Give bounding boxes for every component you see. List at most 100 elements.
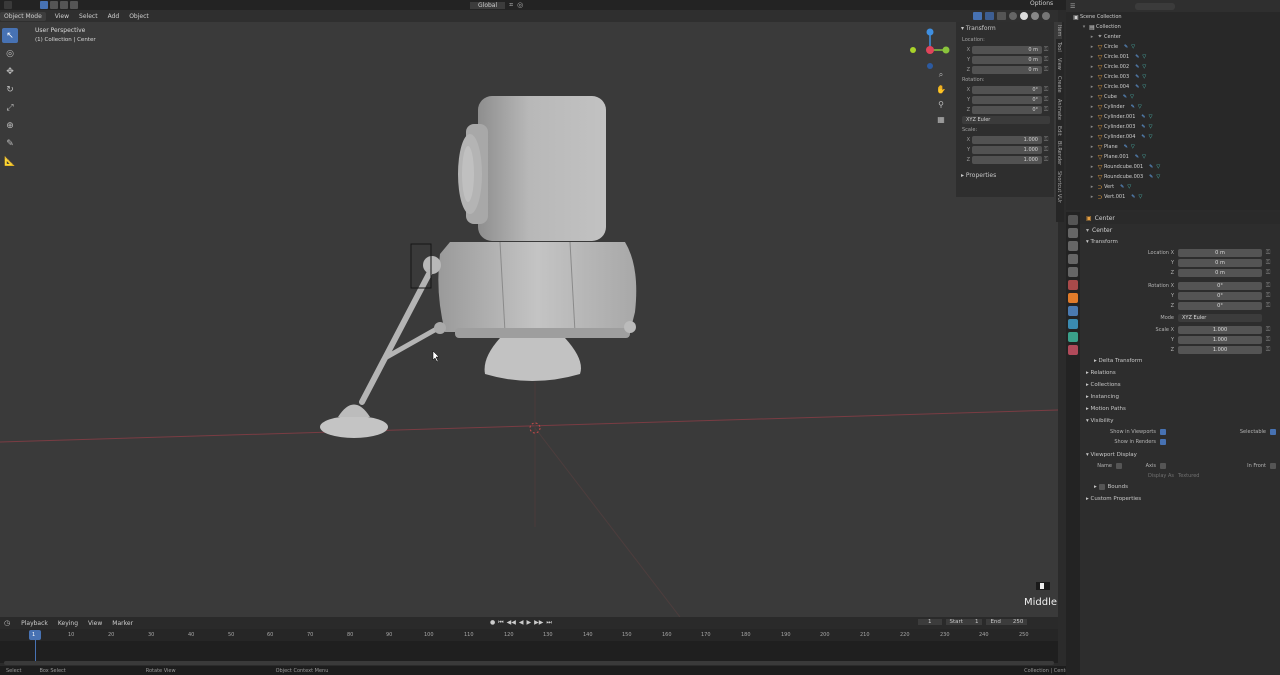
select-box-tool-icon[interactable]: ↖	[2, 28, 18, 43]
expand-icon[interactable]: ▸	[1088, 74, 1096, 80]
object-tab-icon[interactable]	[1068, 293, 1078, 303]
expand-icon[interactable]: ▸	[1088, 54, 1096, 60]
tab-render[interactable]: Bl.Render	[1056, 138, 1062, 168]
modifier-tab-icon[interactable]	[1068, 306, 1078, 316]
mode-select[interactable]: Object Mode	[0, 11, 46, 21]
move-tool-icon[interactable]: ✥	[2, 64, 18, 79]
expand-icon[interactable]: ▸	[1088, 64, 1096, 70]
np-location-z[interactable]: 0 m	[972, 66, 1042, 74]
motion-paths-panel[interactable]: ▸ Motion Paths	[1080, 403, 1280, 415]
blender-logo-icon[interactable]	[4, 1, 12, 9]
select-mode-buttons[interactable]	[40, 1, 90, 9]
outliner-editor-icon[interactable]: ☰	[1070, 3, 1075, 10]
outliner-item[interactable]: ▸ ▽ Cube ✎ ▽	[1066, 92, 1280, 102]
properties-data-name[interactable]: ▾ Center	[1080, 224, 1280, 236]
zoom-icon[interactable]: ⌕	[935, 70, 947, 82]
expand-icon[interactable]: ▸	[1088, 104, 1096, 110]
bounds-panel[interactable]: ▸ Bounds	[1080, 481, 1280, 493]
collection-row[interactable]: ▾ ▤ Collection	[1066, 22, 1280, 32]
outliner-item[interactable]: ▸ ▽ Plane ✎ ▽	[1066, 142, 1280, 152]
prev-key-icon[interactable]: ◀◀	[507, 619, 516, 627]
modifier-icon[interactable]: ✎	[1131, 104, 1135, 110]
snap-icon[interactable]: ⌗	[509, 1, 513, 10]
mesh-data-icon[interactable]: ▽	[1138, 104, 1142, 110]
solid-shading-icon[interactable]	[1020, 12, 1028, 20]
menu-select[interactable]: Select	[74, 13, 103, 20]
mesh-data-icon[interactable]: ▽	[1131, 144, 1135, 150]
start-frame-field[interactable]: Start 1	[945, 619, 983, 625]
menu-add[interactable]: Add	[103, 13, 125, 20]
outliner-item[interactable]: ▸ ▽ Cylinder.001 ✎ ▽	[1066, 112, 1280, 122]
visibility-panel[interactable]: ▾ Visibility	[1080, 415, 1280, 427]
tab-shortcut[interactable]: Shortcut VUr	[1056, 168, 1062, 206]
end-frame-field[interactable]: End 250	[986, 619, 1028, 625]
in-front-checkbox[interactable]	[1270, 463, 1276, 469]
expand-icon[interactable]: ▸	[1088, 144, 1096, 150]
mesh-data-icon[interactable]: ▽	[1156, 174, 1160, 180]
lock-icon[interactable]: ⚿	[1262, 282, 1274, 290]
expand-icon[interactable]: ▸	[1088, 174, 1096, 180]
scale-x-field[interactable]: 1.000	[1178, 326, 1262, 334]
np-rotation-mode[interactable]: XYZ Euler	[962, 116, 1050, 124]
delta-transform-panel[interactable]: ▸ Delta Transform	[1080, 355, 1280, 367]
render-tab-icon[interactable]	[1068, 228, 1078, 238]
navigation-gizmo[interactable]	[906, 26, 954, 74]
tab-item[interactable]: Item	[1056, 22, 1062, 40]
lock-icon[interactable]: ⚿	[1042, 96, 1050, 104]
scale-z-field[interactable]: 1.000	[1178, 346, 1262, 354]
menu-playback[interactable]: Playback	[16, 620, 53, 627]
lock-icon[interactable]: ⚿	[1042, 156, 1050, 164]
lock-icon[interactable]: ⚿	[1042, 86, 1050, 94]
mesh-data-icon[interactable]: ▽	[1130, 94, 1134, 100]
jump-end-icon[interactable]: ⏭	[546, 619, 551, 627]
rendered-shading-icon[interactable]	[1042, 12, 1050, 20]
rotation-mode-select[interactable]: XYZ Euler	[1178, 314, 1262, 322]
np-transform-header[interactable]: ▾ Transform	[956, 22, 1054, 35]
outliner-item[interactable]: ▸ ▽ Cylinder.004 ✎ ▽	[1066, 132, 1280, 142]
modifier-icon[interactable]: ✎	[1135, 64, 1139, 70]
tab-tool[interactable]: Tool	[1056, 39, 1062, 55]
lock-icon[interactable]: ⚿	[1262, 259, 1274, 267]
scene-tab-icon[interactable]	[1068, 267, 1078, 277]
expand-icon[interactable]: ▸	[1088, 44, 1096, 50]
outliner-item[interactable]: ▸ ▽ Circle.003 ✎ ▽	[1066, 72, 1280, 82]
modifier-icon[interactable]: ✎	[1141, 134, 1145, 140]
tab-view[interactable]: View	[1056, 55, 1062, 73]
collections-panel[interactable]: ▸ Collections	[1080, 379, 1280, 391]
menu-view[interactable]: View	[50, 13, 74, 20]
outliner-item[interactable]: ▸ ▽ Roundcube.003 ✎ ▽	[1066, 172, 1280, 182]
np-location-x[interactable]: 0 m	[972, 46, 1042, 54]
expand-icon[interactable]: ▸	[1088, 114, 1096, 120]
expand-icon[interactable]: ▸	[1088, 154, 1096, 160]
scene-collection-row[interactable]: ▣ Scene Collection	[1066, 12, 1280, 22]
menu-timeline-view[interactable]: View	[83, 620, 107, 627]
jump-start-icon[interactable]: ⏮	[498, 619, 503, 627]
frame-ruler[interactable]: 1 10 20 30 40 50 60 70 80 90 100 110 120…	[0, 629, 1058, 664]
mesh-data-icon[interactable]: ▽	[1131, 44, 1135, 50]
lock-icon[interactable]: ⚿	[1262, 336, 1274, 344]
transform-panel-header[interactable]: ▾ Transform	[1080, 236, 1280, 248]
mesh-data-icon[interactable]: ▽	[1138, 194, 1142, 200]
modifier-icon[interactable]: ✎	[1124, 144, 1128, 150]
np-scale-x[interactable]: 1.000	[972, 136, 1042, 144]
transform-orientation[interactable]: Global ⌗ ◎	[470, 0, 523, 10]
camera-icon[interactable]: ⚲	[935, 100, 947, 112]
viewport-gizmo-toggle-icon[interactable]	[973, 12, 982, 20]
mesh-data-icon[interactable]: ▽	[1142, 54, 1146, 60]
expand-icon[interactable]: ▸	[1088, 34, 1096, 40]
display-as-value[interactable]: Textured	[1178, 473, 1199, 479]
output-tab-icon[interactable]	[1068, 241, 1078, 251]
rotation-z-field[interactable]: 0°	[1178, 302, 1262, 310]
location-z-field[interactable]: 0 m	[1178, 269, 1262, 277]
modifier-icon[interactable]: ✎	[1135, 74, 1139, 80]
np-scale-y[interactable]: 1.000	[972, 146, 1042, 154]
show-in-renders-checkbox[interactable]	[1160, 439, 1166, 445]
scale-tool-icon[interactable]: ⤢	[2, 100, 18, 115]
lock-icon[interactable]: ⚿	[1042, 136, 1050, 144]
modifier-icon[interactable]: ✎	[1135, 154, 1139, 160]
selectable-checkbox[interactable]	[1270, 429, 1276, 435]
menu-marker[interactable]: Marker	[107, 620, 138, 627]
tool-tab-icon[interactable]	[1068, 215, 1078, 225]
lock-icon[interactable]: ⚿	[1262, 269, 1274, 277]
lock-icon[interactable]: ⚿	[1042, 56, 1050, 64]
